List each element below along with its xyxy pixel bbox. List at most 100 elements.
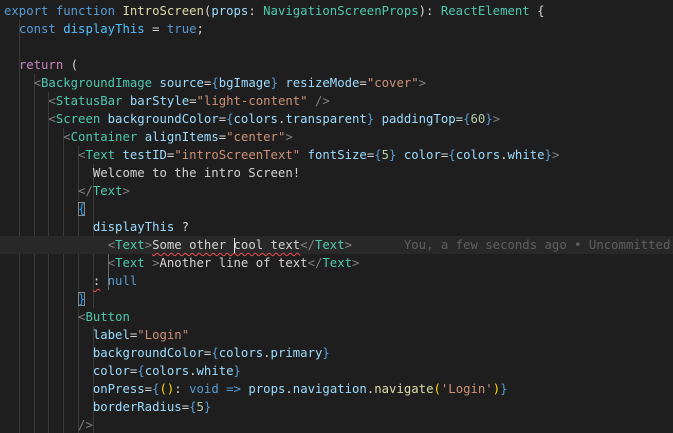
code-token: { [78, 202, 86, 216]
text-cursor [233, 238, 235, 253]
code-token: displayThis [63, 22, 145, 36]
code-line[interactable]: displayThis ? [0, 218, 189, 236]
code-token: Button [85, 310, 130, 324]
code-line[interactable]: export function IntroScreen(props: Navig… [0, 2, 545, 20]
code-line[interactable]: label="Login" [0, 326, 189, 344]
code-token: props [211, 4, 249, 18]
code-token: < [48, 112, 56, 126]
code-token: IntroScreen [122, 4, 204, 18]
code-line[interactable]: } [0, 290, 86, 308]
code-token: 5 [381, 148, 390, 162]
code-line[interactable]: <BackgroundImage source = {bgImage} resize… [0, 74, 426, 92]
code-line[interactable]: /> [0, 416, 93, 433]
code-token: StatusBar [55, 94, 123, 108]
code-token: "introScreenText" [174, 148, 301, 162]
code-token: { [529, 4, 545, 18]
code-token: export [4, 4, 49, 18]
code-line[interactable]: </Text> [0, 182, 130, 200]
code-token: 5 [196, 400, 204, 414]
code-token: backgroundColor [92, 346, 204, 360]
code-token: const [18, 22, 56, 36]
code-line[interactable]: Welcome to the intro Screen! [0, 164, 300, 182]
code-line[interactable]: onPress={(): void => props.navigation.na… [0, 380, 508, 398]
code-line[interactable]: <Screen backgroundColor={colors.transpar… [0, 110, 500, 128]
code-token: 'Login' [440, 382, 493, 396]
code-token: = [359, 76, 367, 90]
code-editor[interactable]: export function IntroScreen (props: Navig… [0, 0, 673, 433]
code-token: source [159, 76, 204, 90]
code-token: Screen [55, 112, 101, 126]
code-token: < [33, 76, 42, 90]
code-token: => [226, 382, 241, 396]
code-token: { [211, 76, 219, 90]
code-token: displayThis [92, 220, 175, 234]
code-token: onPress [92, 382, 145, 396]
code-token: fontSize [307, 148, 367, 162]
code-token: props [248, 382, 286, 396]
code-token: colors [144, 364, 190, 378]
code-token: null [107, 274, 138, 288]
code-line[interactable]: return ( [0, 56, 78, 74]
code-line[interactable]: backgroundColor={colors.primary} [0, 344, 330, 362]
code-token: borderRadius [92, 400, 182, 414]
code-token: Text [92, 184, 123, 198]
code-token: { [211, 346, 219, 360]
code-token: </ [300, 238, 315, 252]
code-token: ? [174, 220, 190, 234]
code-token: = [218, 112, 227, 126]
code-token: = [189, 94, 197, 108]
code-token: barStyle [129, 94, 190, 108]
code-line[interactable]: borderRadius={5} [0, 398, 211, 416]
code-line[interactable]: <Text >Another line of text</Text> [0, 254, 360, 272]
code-token: > [344, 238, 353, 252]
code-token: Text [85, 148, 116, 162]
code-line[interactable] [0, 38, 4, 56]
code-token: alignItems [144, 130, 219, 144]
code-line[interactable]: color={colors.white} [0, 362, 241, 380]
code-token: . [285, 382, 293, 396]
code-token: Some other cool text [152, 238, 301, 252]
code-token: navigation [292, 382, 367, 396]
code-token: > [418, 76, 427, 90]
code-token: = [144, 382, 153, 396]
code-token: Container [70, 130, 138, 144]
code-token: BackgroundImage [41, 76, 153, 90]
code-line[interactable]: <Container alignItems="center"> [0, 128, 293, 146]
code-token: = [181, 400, 190, 414]
code-token: ( [433, 382, 441, 396]
code-token: "cover" [366, 76, 419, 90]
code-line[interactable]: <StatusBar barStyle="light-content" /> [0, 92, 330, 110]
code-token: color [403, 148, 441, 162]
code-token: < [63, 130, 71, 144]
code-line[interactable]: const displayThis = true; [0, 20, 204, 38]
code-line[interactable]: <Text testID="introScreenText" fontSize=… [0, 146, 559, 164]
code-token: Text [115, 238, 145, 252]
code-token: /> [314, 94, 330, 108]
code-token: : [174, 382, 190, 396]
code-token: "Login" [137, 328, 190, 342]
code-token: Text [115, 256, 145, 270]
code-token: } [203, 400, 212, 414]
code-line[interactable]: <Text>Some other cool text</Text> You, a… [0, 236, 673, 254]
code-line[interactable]: { [0, 200, 86, 218]
code-token: primary [270, 346, 323, 360]
code-line[interactable]: : null [0, 272, 137, 290]
code-token: true [166, 22, 197, 36]
git-blame-annotation: You, a few seconds ago • Uncommitted cha… [403, 238, 671, 252]
code-token: backgroundColor [107, 112, 219, 126]
code-token: colors [218, 346, 264, 360]
code-line[interactable]: <Button [0, 308, 130, 326]
